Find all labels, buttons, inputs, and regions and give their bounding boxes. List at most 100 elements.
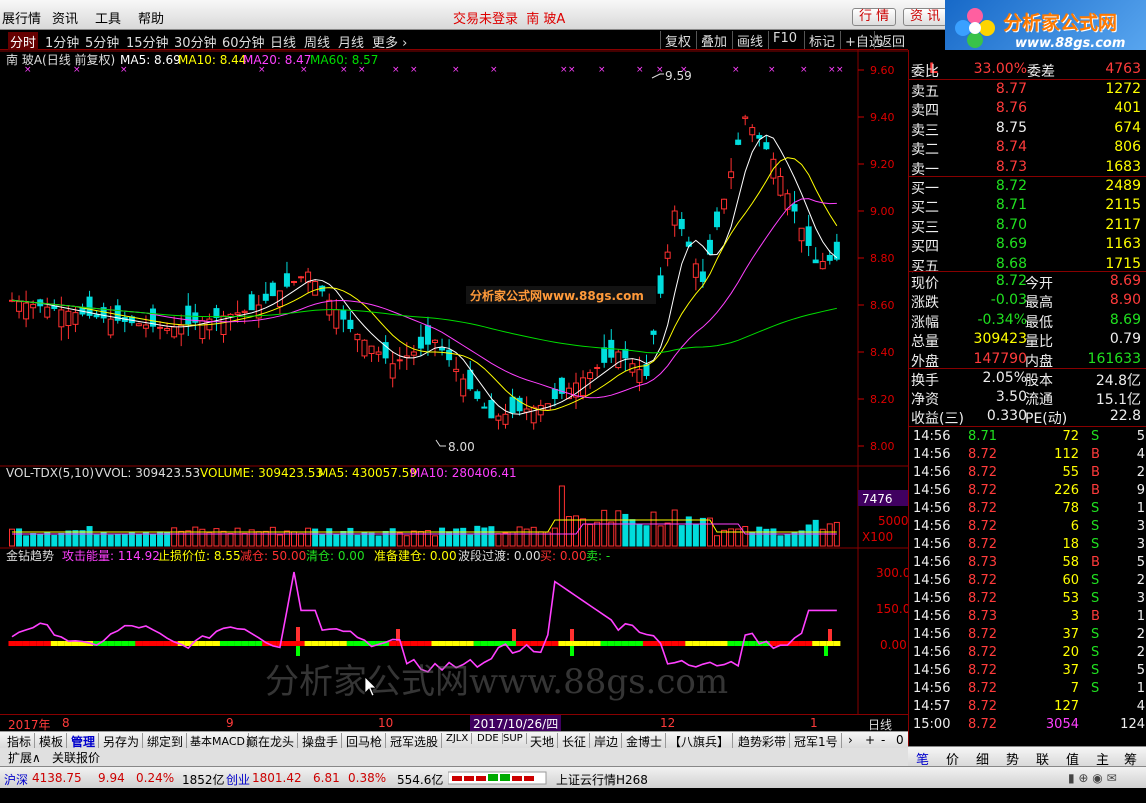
- period-tab-1min[interactable]: 1分钟: [45, 32, 79, 51]
- tick-row[interactable]: 14:56 8.72 37 S 5: [909, 662, 1146, 680]
- trend-ribbon-segment: [706, 641, 714, 646]
- tick-volume: 7: [1070, 681, 1079, 696]
- tick-row[interactable]: 15:00 8.72 3054 124: [909, 716, 1146, 734]
- trend-ribbon-segment: [135, 641, 143, 646]
- period-tab-daily[interactable]: 日线: [270, 32, 296, 51]
- stat-label: 今开: [1025, 276, 1053, 292]
- menu-market[interactable]: 展行情: [2, 8, 41, 27]
- tab-sup[interactable]: SUP: [500, 733, 527, 744]
- mark-button[interactable]: 标记: [804, 31, 835, 50]
- signal-marker: ×: [768, 65, 776, 75]
- candle-body: [269, 282, 276, 297]
- stat-value: 8.90: [1109, 292, 1141, 309]
- candle-body: [368, 345, 375, 354]
- draw-line-button[interactable]: 画线: [732, 31, 763, 50]
- candle-body: [474, 391, 481, 399]
- ask-row: 卖五 8.77 1272: [909, 80, 1146, 100]
- tab-remove-icon[interactable]: -: [878, 733, 888, 747]
- volume-bar: [699, 517, 706, 547]
- quote-button[interactable]: 行 情: [852, 8, 897, 26]
- tab-scroll-right-icon[interactable]: ›: [845, 733, 856, 747]
- tick-row[interactable]: 14:56 8.72 55 B 2: [909, 464, 1146, 482]
- bid-volume: 1715: [1105, 255, 1141, 272]
- period-tab-15min[interactable]: 15分钟: [126, 32, 169, 51]
- fin-label: PE(动): [1025, 411, 1068, 427]
- period-tab-timeshare[interactable]: 分时: [8, 32, 39, 51]
- candle-body: [93, 314, 100, 318]
- info-button[interactable]: 资 讯: [903, 8, 948, 26]
- period-tab-60min[interactable]: 60分钟: [222, 32, 265, 51]
- tick-row[interactable]: 14:56 8.72 18 S 3: [909, 536, 1146, 554]
- tab-dde[interactable]: DDE: [474, 733, 503, 744]
- tick-row[interactable]: 14:56 8.72 226 B 9: [909, 482, 1146, 500]
- menu-help[interactable]: 帮助: [138, 8, 164, 27]
- related-quotes-button[interactable]: 关联报价: [52, 749, 100, 766]
- price-tick-label: 8.60: [870, 299, 895, 312]
- ask-row: 卖二 8.74 806: [909, 138, 1146, 158]
- signal-marker: ×: [300, 65, 308, 75]
- tick-row[interactable]: 14:56 8.73 3 B 1: [909, 608, 1146, 626]
- tick-row[interactable]: 14:56 8.72 78 S 1: [909, 500, 1146, 518]
- menu-info[interactable]: 资讯: [52, 8, 78, 27]
- tick-row[interactable]: 14:56 8.72 112 B 4: [909, 446, 1146, 464]
- candle-body: [135, 323, 142, 327]
- tab-basic-macd[interactable]: 基本MACD: [187, 733, 249, 749]
- vol-ma10-legend: MA10: 280406.41: [410, 466, 517, 480]
- tick-row[interactable]: 14:57 8.72 127 4: [909, 698, 1146, 716]
- tick-row[interactable]: 14:56 8.72 20 S 2: [909, 644, 1146, 662]
- bid-price: 8.68: [995, 255, 1027, 272]
- expand-button[interactable]: 扩展∧: [8, 749, 41, 766]
- tick-row[interactable]: 14:56 8.71 72 S 5: [909, 428, 1146, 446]
- candle-body: [283, 273, 290, 287]
- back-button[interactable]: 返回: [874, 31, 905, 50]
- tab-zjlx[interactable]: ZJLX: [443, 733, 473, 744]
- trend-ribbon-segment: [734, 641, 742, 646]
- volume-bar: [657, 525, 664, 547]
- trend-ribbon-segment: [685, 641, 693, 646]
- period-tab-weekly[interactable]: 周线: [304, 32, 330, 51]
- kline-chart[interactable]: 南 玻A(日线 前复权) MA5: 8.69 MA10: 8.44 MA20: …: [0, 50, 908, 715]
- period-tab-5min[interactable]: 5分钟: [85, 32, 119, 51]
- status-sh-label[interactable]: 沪深: [4, 771, 28, 788]
- tick-row[interactable]: 14:56 8.72 37 S 2: [909, 626, 1146, 644]
- f10-button[interactable]: F10: [768, 31, 797, 49]
- volume-bar: [333, 534, 340, 547]
- trend-ribbon-segment: [29, 641, 37, 646]
- tick-row[interactable]: 14:56 8.73 58 B 5: [909, 554, 1146, 572]
- volume-bar: [213, 528, 220, 547]
- tick-row[interactable]: 14:56 8.72 53 S 3: [909, 590, 1146, 608]
- menu-tools[interactable]: 工具: [95, 8, 121, 27]
- period-tab-30min[interactable]: 30分钟: [174, 32, 217, 51]
- tick-row[interactable]: 14:56 8.72 60 S 2: [909, 572, 1146, 590]
- volume-bar: [58, 532, 65, 547]
- volume-bar: [798, 530, 805, 547]
- chart-watermark: 分析家公式网www.88gs.com: [470, 288, 644, 303]
- stat-row: 外盘 147790 内盘 161633: [909, 350, 1146, 370]
- period-tab-monthly[interactable]: 月线: [338, 32, 364, 51]
- fin-row: 换手 2.05% 股本 24.8亿: [909, 369, 1146, 389]
- tick-time: 14:56: [913, 609, 951, 624]
- overlay-button[interactable]: 叠加: [696, 31, 727, 50]
- status-cy-label[interactable]: 创业: [226, 771, 250, 788]
- signal-marker: ×: [800, 65, 808, 75]
- vol-legend-name: VOL-TDX(5,10): [6, 466, 94, 480]
- tick-row[interactable]: 14:56 8.72 6 S 3: [909, 518, 1146, 536]
- status-sh-index: 4138.75: [32, 771, 82, 785]
- volume-bar: [37, 534, 44, 547]
- tick-row[interactable]: 14:56 8.72 7 S 1: [909, 680, 1146, 698]
- tick-volume: 3: [1070, 609, 1079, 624]
- stat-value: 161633: [1087, 350, 1141, 367]
- period-tab-more[interactable]: 更多 ›: [372, 32, 407, 51]
- signal-marker: ×: [73, 65, 81, 75]
- tab-add-icon[interactable]: +: [862, 733, 878, 747]
- low-price-label: 8.00: [448, 440, 475, 454]
- tick-volume: 6: [1070, 519, 1079, 534]
- candle-body: [262, 293, 269, 301]
- trend-ribbon-segment: [43, 641, 51, 646]
- candle-body: [396, 359, 403, 362]
- candle-body: [298, 276, 305, 279]
- volume-bar: [650, 511, 657, 547]
- adjust-button[interactable]: 复权: [660, 31, 691, 50]
- trend-ribbon-segment: [241, 641, 249, 646]
- tab-zero-icon[interactable]: 0: [893, 733, 907, 747]
